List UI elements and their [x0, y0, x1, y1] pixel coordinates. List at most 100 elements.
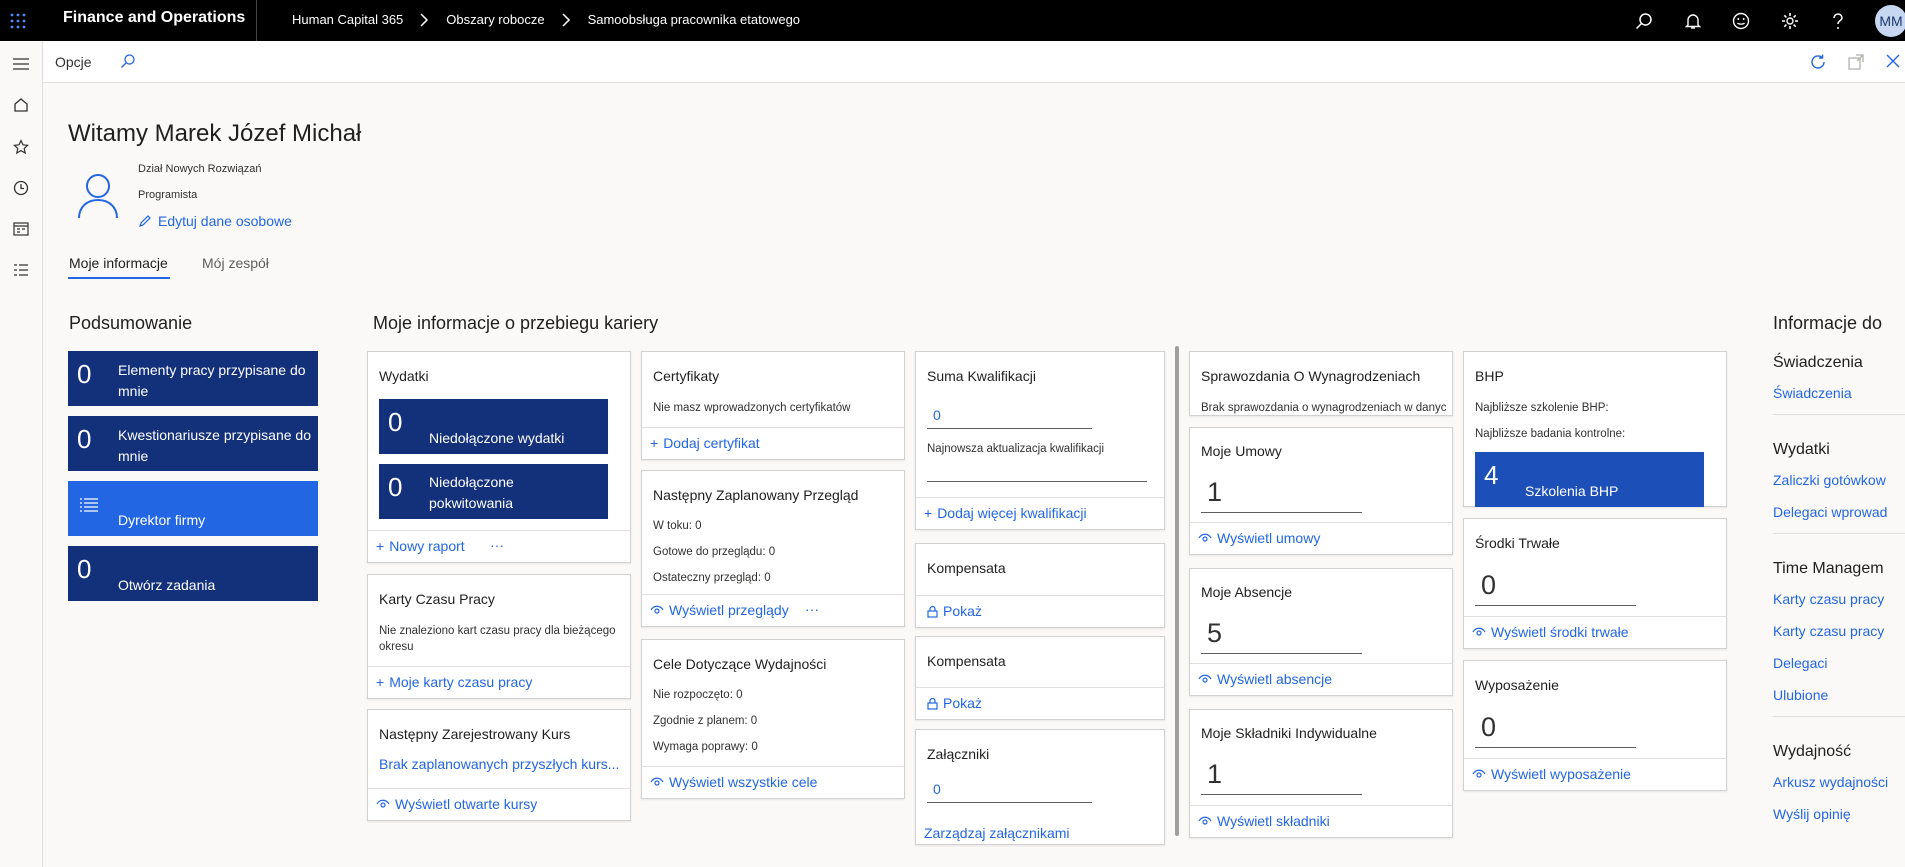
avatar[interactable]: MM [1875, 5, 1905, 37]
unattached-receipts-tile[interactable]: 0 Niedołączone pokwitowania [379, 464, 608, 519]
search-icon[interactable] [1633, 10, 1655, 32]
breadcrumb-item[interactable]: Human Capital 365 [292, 12, 403, 27]
summary-tile-work-items[interactable]: 0 Elementy pracy przypisane do mnie [68, 351, 318, 406]
my-timesheets-button[interactable]: + Moje karty czasu pracy [376, 674, 532, 690]
vertical-scrollbar[interactable] [1175, 346, 1179, 836]
help-icon[interactable] [1827, 10, 1849, 32]
view-reviews-button[interactable]: Wyświetl przeglądy [650, 602, 789, 618]
action-label: Wyświetl przeglądy [669, 602, 789, 618]
related-links-heading: Informacje do [1773, 313, 1883, 333]
safety-trainings-tile[interactable]: 4 Szkolenia BHP [1475, 452, 1704, 507]
modules-list-icon[interactable] [8, 257, 34, 283]
position-label: Programista [138, 189, 198, 201]
compensation-card: Kompensata Pokaż [915, 543, 1165, 628]
view-components-button[interactable]: Wyświetl składniki [1198, 813, 1330, 829]
summary-heading: Podsumowanie [69, 313, 193, 333]
action-label: Nowy raport [389, 538, 465, 554]
hamburger-menu-icon[interactable] [8, 51, 34, 77]
smiley-icon[interactable] [1730, 10, 1752, 32]
attachments-card: Załączniki 0 Zarządzaj załącznikami [915, 729, 1165, 845]
new-report-button[interactable]: + Nowy raport [376, 538, 465, 554]
my-contracts-card: Moje Umowy 1 Wyświetl umowy [1189, 427, 1453, 555]
page-title: Witamy Marek Józef Michał [68, 120, 362, 147]
bell-icon[interactable] [1682, 10, 1704, 32]
action-label: Wyświetl wyposażenie [1491, 766, 1631, 782]
action-label: Dodaj certyfikat [663, 435, 760, 451]
delegates-link[interactable]: Delegaci wprowad [1773, 504, 1887, 520]
view-equipment-button[interactable]: Wyświetl wyposażenie [1472, 766, 1631, 782]
options-tab[interactable]: Opcje [55, 54, 92, 70]
gear-icon[interactable] [1779, 10, 1801, 32]
breadcrumb-item[interactable]: Obszary robocze [446, 12, 544, 27]
card-title: Certyfikaty [653, 368, 720, 384]
send-feedback-link[interactable]: Wyślij opinię [1773, 806, 1851, 822]
refresh-icon[interactable] [1809, 53, 1827, 71]
app-launcher-icon[interactable] [0, 0, 36, 41]
plus-icon: + [924, 505, 933, 521]
pencil-icon [138, 214, 152, 228]
view-all-goals-button[interactable]: Wyświetl wszystkie cele [650, 774, 817, 790]
qualifications-count[interactable]: 0 [927, 407, 1092, 429]
card-footer: + Dodaj certyfikat [642, 427, 904, 459]
tile-count: 0 [77, 359, 92, 389]
close-icon[interactable] [1885, 53, 1901, 69]
tab-my-team[interactable]: Mój zespół [202, 255, 269, 271]
card-title: Wyposażenie [1475, 677, 1559, 693]
tab-my-information[interactable]: Moje informacje [69, 255, 168, 271]
view-fixed-assets-button[interactable]: Wyświetl środki trwałe [1472, 624, 1629, 640]
add-certificate-button[interactable]: + Dodaj certyfikat [650, 435, 760, 451]
absences-count[interactable]: 5 [1201, 618, 1362, 654]
attachments-count[interactable]: 0 [927, 781, 1092, 803]
benefits-link[interactable]: Świadczenia [1773, 385, 1852, 401]
card-footer: Wyświetl przeglądy ··· [642, 594, 904, 626]
divider [1773, 533, 1905, 534]
card-title: Kompensata [927, 560, 1006, 576]
components-count[interactable]: 1 [1201, 759, 1362, 795]
eye-icon [650, 605, 664, 615]
card-footer: Wyświetl składniki [1190, 805, 1452, 837]
unattached-expenses-tile[interactable]: 0 Niedołączone wydatki [379, 399, 608, 454]
contracts-count[interactable]: 1 [1201, 477, 1362, 513]
summary-tile-questionnaires[interactable]: 0 Kwestionariusze przypisane do mnie [68, 416, 318, 471]
edit-personal-data-link[interactable]: Edytuj dane osobowe [138, 213, 292, 229]
show-compensation-button[interactable]: Pokaż [927, 603, 982, 619]
summary-tile-company-directory[interactable]: Dyrektor firmy [68, 481, 318, 536]
home-icon[interactable] [8, 92, 34, 118]
card-title: Sprawozdania O Wynagrodzeniach [1201, 368, 1421, 384]
open-in-new-window-icon[interactable] [1847, 53, 1865, 71]
action-label: Pokaż [943, 603, 982, 619]
performance-sheet-link[interactable]: Arkusz wydajności [1773, 774, 1888, 790]
app-name[interactable]: Finance and Operations [63, 9, 245, 27]
view-absences-button[interactable]: Wyświetl absencje [1198, 671, 1332, 687]
add-qualifications-button[interactable]: + Dodaj więcej kwalifikacji [924, 505, 1087, 521]
cash-advances-link[interactable]: Zaliczki gotówkow [1773, 472, 1886, 488]
timesheets-link[interactable]: Karty czasu pracy [1773, 623, 1884, 639]
more-options-button[interactable]: ··· [805, 601, 819, 617]
workspace-icon[interactable] [8, 216, 34, 242]
card-footer: Pokaż [916, 595, 1164, 627]
favorites-link[interactable]: Ulubione [1773, 687, 1828, 703]
card-title: Suma Kwalifikacji [927, 368, 1036, 384]
clock-icon[interactable] [8, 175, 34, 201]
no-planned-courses-link[interactable]: Brak zaplanowanych przyszłych kurs... [379, 756, 619, 772]
star-icon[interactable] [8, 134, 34, 160]
view-open-courses-button[interactable]: Wyświetl otwarte kursy [376, 796, 537, 812]
search-icon[interactable] [120, 53, 136, 69]
card-footer: Wyświetl wszystkie cele [642, 766, 904, 798]
equipment-count[interactable]: 0 [1475, 712, 1636, 748]
delegates-link[interactable]: Delegaci [1773, 655, 1827, 671]
breadcrumb-item[interactable]: Samoobsługa pracownika etatowego [588, 12, 800, 27]
summary-tile-open-tasks[interactable]: 0 Otwórz zadania [68, 546, 318, 601]
manage-attachments-link[interactable]: Zarządzaj załącznikami [924, 825, 1070, 841]
more-options-button[interactable]: ··· [490, 537, 504, 553]
review-final: Ostateczny przegląd: 0 [653, 572, 771, 584]
eye-icon [650, 777, 664, 787]
show-compensation-button[interactable]: Pokaż [927, 695, 982, 711]
fixed-assets-count[interactable]: 0 [1475, 570, 1636, 606]
timesheets-link[interactable]: Karty czasu pracy [1773, 591, 1884, 607]
edit-link-label: Edytuj dane osobowe [158, 213, 292, 229]
lock-icon [927, 605, 938, 618]
card-text: Brak sprawozdania o wynagrodzeniach w da… [1201, 402, 1447, 414]
view-contracts-button[interactable]: Wyświetl umowy [1198, 530, 1320, 546]
tile-label: Otwórz zadania [118, 577, 216, 593]
